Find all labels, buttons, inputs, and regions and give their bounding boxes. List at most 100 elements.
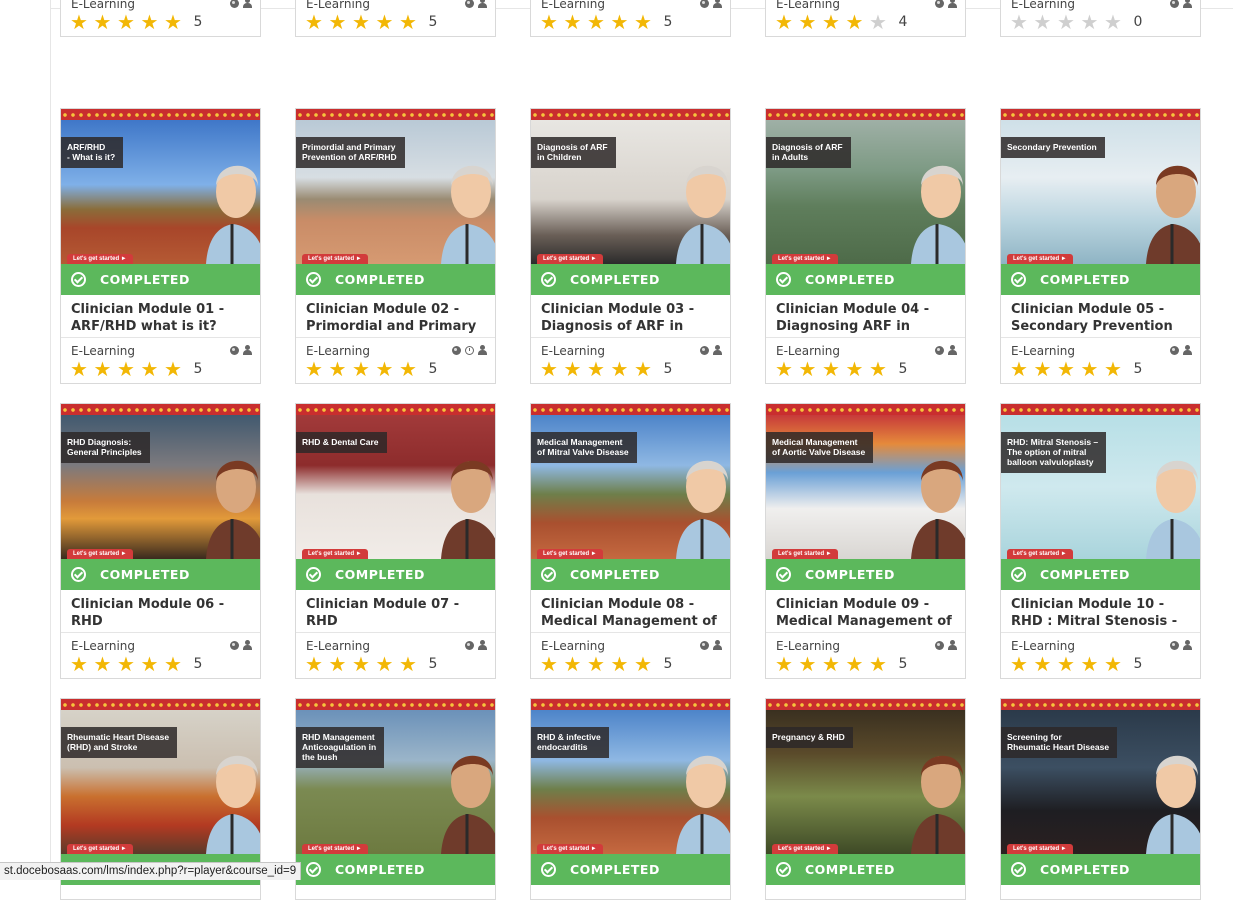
course-card[interactable]: Screening for Rheumatic Heart Disease Let… — [1000, 698, 1201, 900]
course-card[interactable]: Secondary Prevention Let's get started ► C… — [1000, 108, 1201, 384]
course-title[interactable]: Clinician Module 06 - RHD Diagnosis : Ge… — [71, 597, 252, 630]
star-icon: ★ — [587, 10, 605, 34]
course-card[interactable]: RHD Diagnosis: General Principles Let's g… — [60, 403, 261, 679]
user-icon — [1183, 345, 1192, 355]
decorative-banner — [531, 109, 730, 120]
thumbnail-caption: Diagnosis of ARF in Adults — [766, 137, 851, 168]
course-title[interactable]: Clinician Module 05 - Secondary Preventi… — [1011, 302, 1192, 335]
course-thumbnail[interactable]: Pregnancy & RHD Let's get started ► — [766, 699, 965, 854]
star-icon: ★ — [634, 652, 652, 676]
user-icon — [1183, 0, 1192, 8]
course-card[interactable]: Learn how to access your Student Trainin… — [765, 0, 966, 37]
course-card[interactable]: Medical Management of Aortic Valve Disea… — [765, 403, 966, 679]
decorative-banner — [1001, 109, 1200, 120]
rating-score: 5 — [898, 656, 908, 672]
presenter-illustration — [1138, 435, 1200, 559]
course-thumbnail[interactable]: RHD & Dental Care Let's get started ► — [296, 404, 495, 559]
course-thumbnail[interactable]: Medical Management of Aortic Valve Disea… — [766, 404, 965, 559]
lets-get-started-tab[interactable]: Let's get started ► — [537, 844, 603, 854]
course-title[interactable]: Clinician Module 10 - RHD : Mitral Steno… — [1011, 597, 1192, 630]
course-thumbnail[interactable]: RHD & infective endocarditis Let's get st… — [531, 699, 730, 854]
course-card[interactable]: Primordial and Primary Prevention of ARF… — [295, 108, 496, 384]
course-thumbnail[interactable]: Medical Management of Mitral Valve Disea… — [531, 404, 730, 559]
star-icon: ★ — [1104, 10, 1122, 34]
course-thumbnail[interactable]: RHD Management Anticoagulation in the bu… — [296, 699, 495, 854]
lets-get-started-tab[interactable]: Let's get started ► — [1007, 254, 1073, 264]
lets-get-started-tab[interactable]: Let's get started ► — [302, 549, 368, 559]
course-thumbnail[interactable]: Rheumatic Heart Disease (RHD) and Stroke… — [61, 699, 260, 854]
user-icon — [478, 345, 487, 355]
course-thumbnail[interactable]: Secondary Prevention Let's get started ► — [1001, 109, 1200, 264]
user-icon — [478, 0, 487, 8]
user-icon — [713, 640, 722, 650]
user-icon — [1183, 640, 1192, 650]
star-icon: ★ — [93, 652, 112, 676]
course-card[interactable]: RHD: Mitral Stenosis – The option of mit… — [1000, 403, 1201, 679]
completed-badge: COMPLETED — [296, 854, 495, 885]
lets-get-started-tab[interactable]: Let's get started ► — [302, 844, 368, 854]
lets-get-started-tab[interactable]: Let's get started ► — [67, 254, 133, 264]
course-title[interactable]: Clinician Module 02 - Primordial and Pri… — [306, 302, 487, 335]
thumbnail-caption: RHD & infective endocarditis — [531, 727, 609, 758]
course-title[interactable]: Clinician Module 07 - RHD & Dental Care — [306, 597, 487, 630]
star-icon: ★ — [140, 10, 159, 34]
star-icon: ★ — [117, 652, 135, 676]
course-icons — [230, 640, 252, 650]
rating-score: 5 — [428, 361, 438, 377]
course-card[interactable]: Health Care Worker Online EducationE-Lea… — [60, 0, 261, 37]
star-icon: ★ — [1104, 357, 1122, 381]
lets-get-started-tab[interactable]: Let's get started ► — [772, 549, 838, 559]
course-thumbnail[interactable]: Diagnosis of ARF in Adults Let's get star… — [766, 109, 965, 264]
completed-label: COMPLETED — [805, 862, 895, 877]
course-title[interactable]: Clinician Module 03 - Diagnosis of ARF i… — [541, 302, 722, 335]
course-thumbnail[interactable]: RHD Diagnosis: General Principles Let's g… — [61, 404, 260, 559]
check-circle-icon — [306, 567, 321, 582]
course-card[interactable]: Pregnancy & RHD Let's get started ► COMPLE… — [765, 698, 966, 900]
star-icon: ★ — [164, 652, 182, 676]
lets-get-started-tab[interactable]: Let's get started ► — [67, 844, 133, 854]
course-meta: E-Learning ★ ★ ★ ★ ★ 5 — [296, 337, 495, 384]
lets-get-started-tab[interactable]: Let's get started ► — [67, 549, 133, 559]
completed-label: COMPLETED — [335, 272, 425, 287]
course-card[interactable]: Western Australia Rheumatic Heart Diseas… — [530, 0, 731, 37]
presenter-illustration — [903, 730, 965, 854]
course-thumbnail[interactable]: Primordial and Primary Prevention of ARF… — [296, 109, 495, 264]
course-title[interactable]: Clinician Module 08 - Medical Management… — [541, 597, 722, 630]
lets-get-started-tab[interactable]: Let's get started ► — [302, 254, 368, 264]
lets-get-started-tab[interactable]: Let's get started ► — [537, 549, 603, 559]
lets-get-started-tab[interactable]: Let's get started ► — [537, 254, 603, 264]
lets-get-started-tab[interactable]: Let's get started ► — [1007, 549, 1073, 559]
course-card[interactable]: ARF/RHD - What is it? Let's get started ►… — [60, 108, 261, 384]
course-type: E-Learning — [71, 344, 136, 358]
course-title[interactable]: Clinician Module 01 - ARF/RHD what is it… — [71, 302, 252, 335]
course-thumbnail[interactable]: ARF/RHD - What is it? Let's get started ► — [61, 109, 260, 264]
course-card[interactable]: RHD Management Anticoagulation in the bu… — [295, 698, 496, 900]
course-card[interactable]: RHD & Dental Care Let's get started ► COMP… — [295, 403, 496, 679]
completed-badge: COMPLETED — [766, 559, 965, 590]
user-icon — [243, 0, 252, 8]
globe-icon — [935, 345, 944, 355]
course-thumbnail[interactable]: Screening for Rheumatic Heart Disease Let… — [1001, 699, 1200, 854]
course-thumbnail[interactable]: RHD: Mitral Stenosis – The option of mit… — [1001, 404, 1200, 559]
decorative-banner — [296, 404, 495, 415]
course-card[interactable]: Diagnosis of ARF in Adults Let's get star… — [765, 108, 966, 384]
course-card[interactable]: Diagnosis of ARF in Children Let's get st… — [530, 108, 731, 384]
course-title[interactable]: Clinician Module 04 - Diagnosing ARF in … — [776, 302, 957, 335]
thumbnail-caption: RHD Diagnosis: General Principles — [61, 432, 150, 463]
course-card[interactable]: RHD & infective endocarditis Let's get st… — [530, 698, 731, 900]
course-icons — [700, 640, 722, 650]
course-thumbnail[interactable]: Diagnosis of ARF in Children Let's get st… — [531, 109, 730, 264]
check-circle-icon — [541, 272, 556, 287]
course-card[interactable]: Clinical Discussion ForumE-Learning★★★★★… — [1000, 0, 1201, 37]
course-card[interactable]: Medical Management of Mitral Valve Disea… — [530, 403, 731, 679]
lets-get-started-tab[interactable]: Let's get started ► — [1007, 844, 1073, 854]
course-type: E-Learning — [541, 639, 606, 653]
star-icon: ★ — [540, 652, 558, 676]
course-card[interactable]: Administering BicillinE-Learning★★★★★5 — [295, 0, 496, 37]
globe-icon — [1170, 0, 1179, 8]
check-circle-icon — [306, 862, 321, 877]
lets-get-started-tab[interactable]: Let's get started ► — [772, 254, 838, 264]
star-icon: ★ — [1010, 10, 1028, 34]
course-title[interactable]: Clinician Module 09 - Medical Management… — [776, 597, 957, 630]
lets-get-started-tab[interactable]: Let's get started ► — [772, 844, 838, 854]
